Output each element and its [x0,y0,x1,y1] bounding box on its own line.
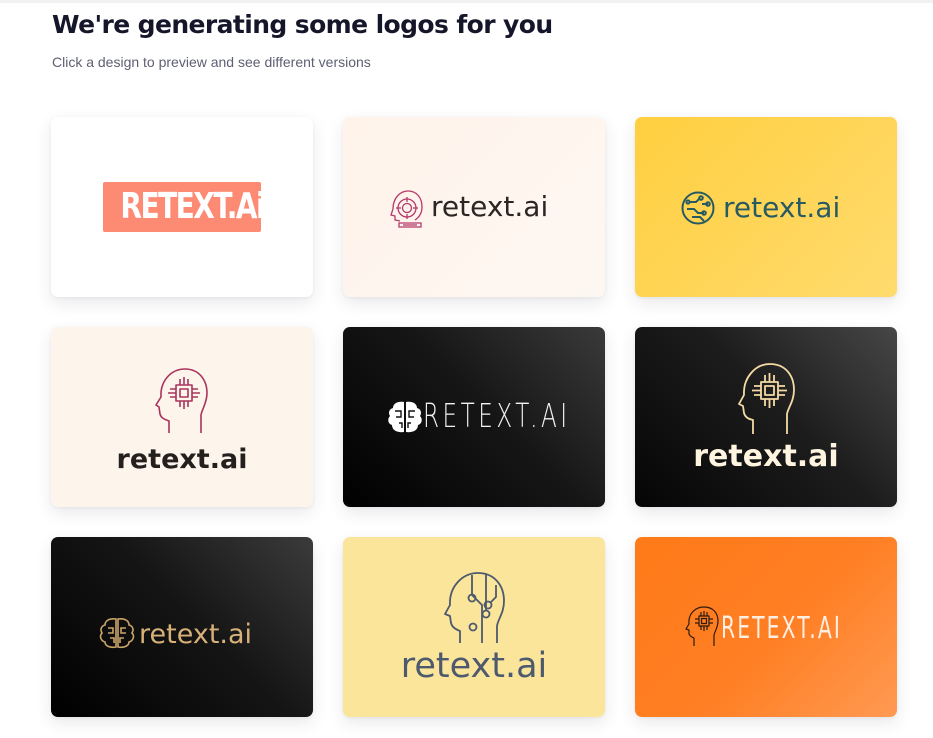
logo-text: retext.ai [431,190,549,223]
logo-text: RETEXT.AI [423,396,571,435]
logo-badge: RETEXT.Ai [103,182,266,232]
logo-card[interactable]: retext.ai [343,537,605,717]
logo-text: retext.ai [116,444,248,475]
logo-text: RETEXT.AI [721,611,842,646]
logo-card[interactable]: RETEXT.AI [343,327,605,507]
logo-card[interactable]: retext.ai [51,327,313,507]
head-chip-icon [685,606,719,646]
logo-text: retext.ai [723,191,841,224]
brain-circuit-icon [99,618,135,649]
page-title: We're generating some logos for you [52,10,553,39]
logo-card[interactable]: retext.ai [343,117,605,297]
head-chip-icon [155,368,208,433]
logo-card[interactable]: retext.ai [635,117,897,297]
page-subtitle: Click a design to preview and see differ… [52,54,371,70]
brain-icon [388,401,422,433]
head-circuit-icon [444,572,505,643]
logo-card[interactable]: retext.ai [51,537,313,717]
logo-card[interactable]: RETEXT.AI [635,537,897,717]
logo-card[interactable]: RETEXT.Ai [51,117,313,297]
logo-text: RETEXT.Ai [120,186,265,227]
circuit-globe-icon [681,191,715,225]
logo-text: retext.ai [693,439,839,474]
logo-text: retext.ai [400,646,548,686]
robot-face-icon [390,190,423,228]
head-chip-icon [738,363,795,434]
logo-text: retext.ai [139,619,253,650]
top-divider [0,0,933,3]
logo-card[interactable]: retext.ai [635,327,897,507]
